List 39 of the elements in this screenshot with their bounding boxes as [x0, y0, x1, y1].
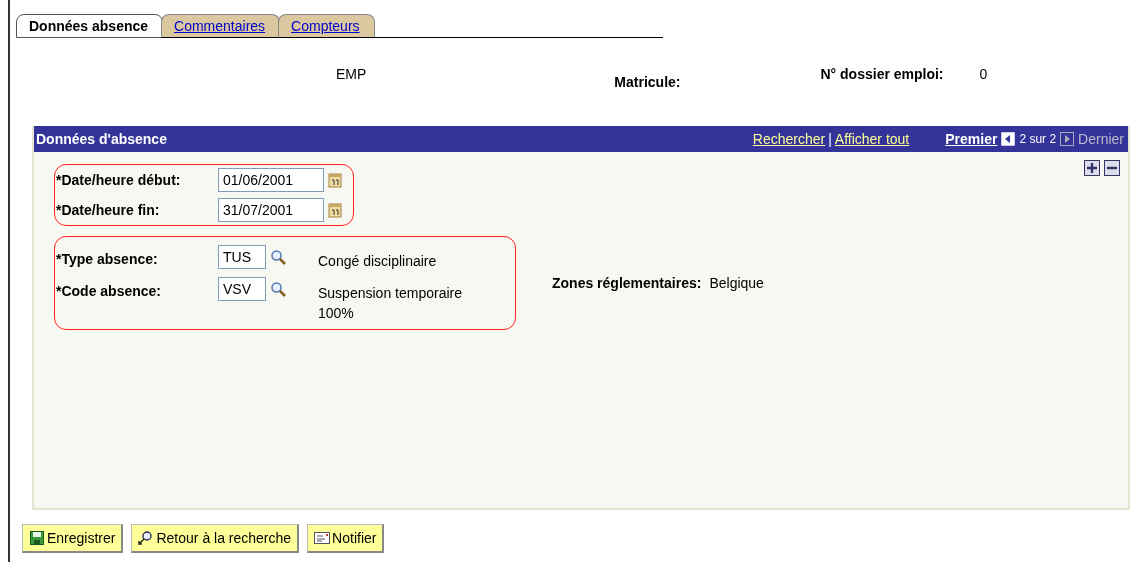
field-label: *Date/heure fin:	[56, 202, 161, 218]
zones-label: Zones réglementaires:	[552, 275, 702, 291]
zones-value: Belgique	[709, 275, 764, 291]
last-label: Dernier	[1078, 131, 1124, 147]
add-row-icon[interactable]	[1084, 160, 1100, 176]
previous-icon[interactable]	[1001, 132, 1016, 146]
job-number-label: N° dossier emploi:	[820, 66, 944, 82]
code-field[interactable]: TUS	[218, 245, 266, 269]
code-field[interactable]: VSV	[218, 277, 266, 301]
show-all-link[interactable]: Afficher tout	[834, 131, 910, 147]
delete-row-icon[interactable]	[1104, 160, 1120, 176]
date-field[interactable]: 01/06/2001	[218, 168, 324, 192]
code-description: Congé disciplinaire	[318, 252, 438, 271]
next-icon	[1060, 132, 1075, 146]
separator: |	[828, 131, 832, 147]
tab[interactable]: Données absence	[16, 14, 164, 38]
field-label: *Type absence:	[56, 250, 159, 267]
tab[interactable]: Commentaires	[161, 14, 281, 38]
search-icon[interactable]	[270, 249, 286, 265]
calendar-icon[interactable]	[328, 172, 342, 188]
search-link[interactable]: Rechercher	[752, 131, 826, 147]
date-field[interactable]: 31/07/2001	[218, 198, 324, 222]
employee-class: EMP	[336, 66, 367, 82]
envelope-icon	[314, 531, 331, 545]
save-button[interactable]: Enregistrer	[22, 524, 124, 553]
matricule-label: Matricule:	[614, 74, 681, 90]
return-to-search-button[interactable]: Retour à la recherche	[131, 524, 300, 553]
field-label: *Code absence:	[56, 282, 163, 299]
tab[interactable]: Compteurs	[278, 14, 375, 38]
panel-title: Données d'absence	[36, 131, 167, 147]
first-link[interactable]: Premier	[945, 131, 998, 147]
calendar-icon[interactable]	[328, 202, 342, 218]
code-description: Suspension temporaire 100%	[318, 284, 463, 323]
job-number-value: 0	[979, 66, 988, 82]
notify-button[interactable]: Notifier	[307, 524, 385, 553]
record-count: 2 sur 2	[1019, 132, 1057, 146]
magnifier-arrow-icon	[138, 531, 155, 545]
search-icon[interactable]	[270, 281, 286, 297]
field-label: *Date/heure début:	[56, 172, 182, 188]
